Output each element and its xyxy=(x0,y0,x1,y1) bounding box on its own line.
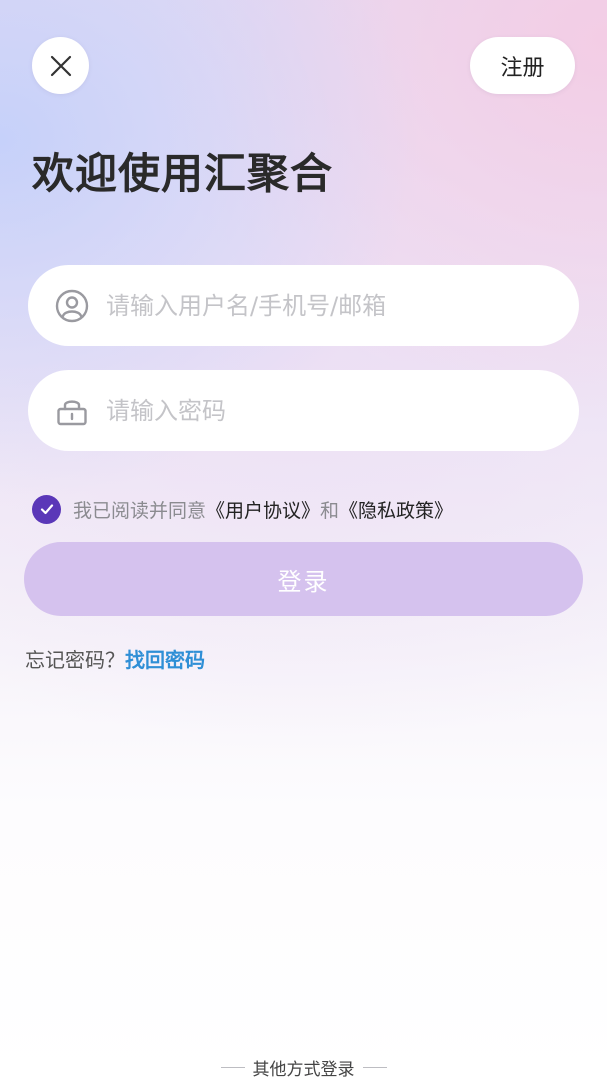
lock-icon xyxy=(54,393,90,429)
agreement-row: 我已阅读并同意 《用户协议》 和 《隐私政策》 xyxy=(32,494,453,524)
privacy-policy-link[interactable]: 《隐私政策》 xyxy=(339,496,453,523)
agreement-conjunction: 和 xyxy=(320,499,340,522)
user-icon xyxy=(54,288,90,324)
other-login-methods: 其他方式登录 xyxy=(0,1055,607,1080)
login-button[interactable]: 登录 xyxy=(24,542,583,616)
user-agreement-link[interactable]: 《用户协议》 xyxy=(206,496,320,523)
password-input[interactable] xyxy=(106,390,546,431)
recover-password-link[interactable]: 找回密码 xyxy=(125,648,205,672)
page-title: 欢迎使用汇聚合 xyxy=(32,149,334,198)
divider-left xyxy=(220,1067,245,1068)
close-button[interactable] xyxy=(32,37,89,94)
divider-right xyxy=(362,1067,387,1068)
other-login-label[interactable]: 其他方式登录 xyxy=(253,1055,355,1080)
username-field[interactable] xyxy=(28,265,579,346)
password-field[interactable] xyxy=(28,370,579,451)
register-button[interactable]: 注册 xyxy=(470,37,575,94)
username-input[interactable] xyxy=(106,285,546,326)
agreement-prefix: 我已阅读并同意 xyxy=(73,499,207,522)
forgot-password-row: 忘记密码？找回密码 xyxy=(25,646,205,674)
login-screen: 注册 欢迎使用汇聚合 我已阅读并同意 《用户协议》 xyxy=(0,0,607,1080)
close-icon xyxy=(50,55,71,76)
check-icon xyxy=(40,504,53,515)
forgot-password-question: 忘记密码？ xyxy=(25,648,125,672)
agreement-checkbox[interactable] xyxy=(32,494,61,524)
